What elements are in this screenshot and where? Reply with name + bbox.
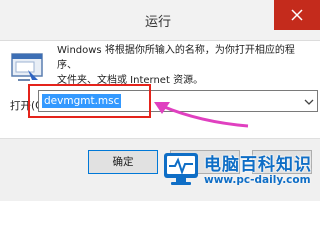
description-line-1: Windows 将根据你所输入的名称，为你打开相应的程序、: [57, 45, 295, 71]
annotation-highlight-box: [28, 84, 151, 118]
run-app-icon: [10, 50, 46, 86]
chevron-down-icon[interactable]: [304, 97, 314, 107]
watermark-name: 电脑百科知识: [204, 155, 312, 175]
close-button[interactable]: [274, 0, 320, 30]
monitor-logo-icon: [164, 153, 198, 185]
dialog-description: Windows 将根据你所输入的名称，为你打开相应的程序、 文件夹、文档或 In…: [57, 43, 307, 88]
watermark: 电脑百科知识 www.pc-daily.com: [160, 148, 320, 200]
window-title: 运行: [145, 15, 172, 30]
title-bar: 运行: [0, 0, 320, 41]
annotation-arrow-icon: [154, 102, 249, 128]
run-dialog: 运行 Windows 将根据你所输入的名称，为你打开相应的程序、 文件夹、文档或…: [0, 0, 320, 201]
ok-button[interactable]: 确定: [88, 150, 158, 174]
watermark-url: www.pc-daily.com: [204, 174, 311, 186]
close-icon: [291, 9, 303, 21]
